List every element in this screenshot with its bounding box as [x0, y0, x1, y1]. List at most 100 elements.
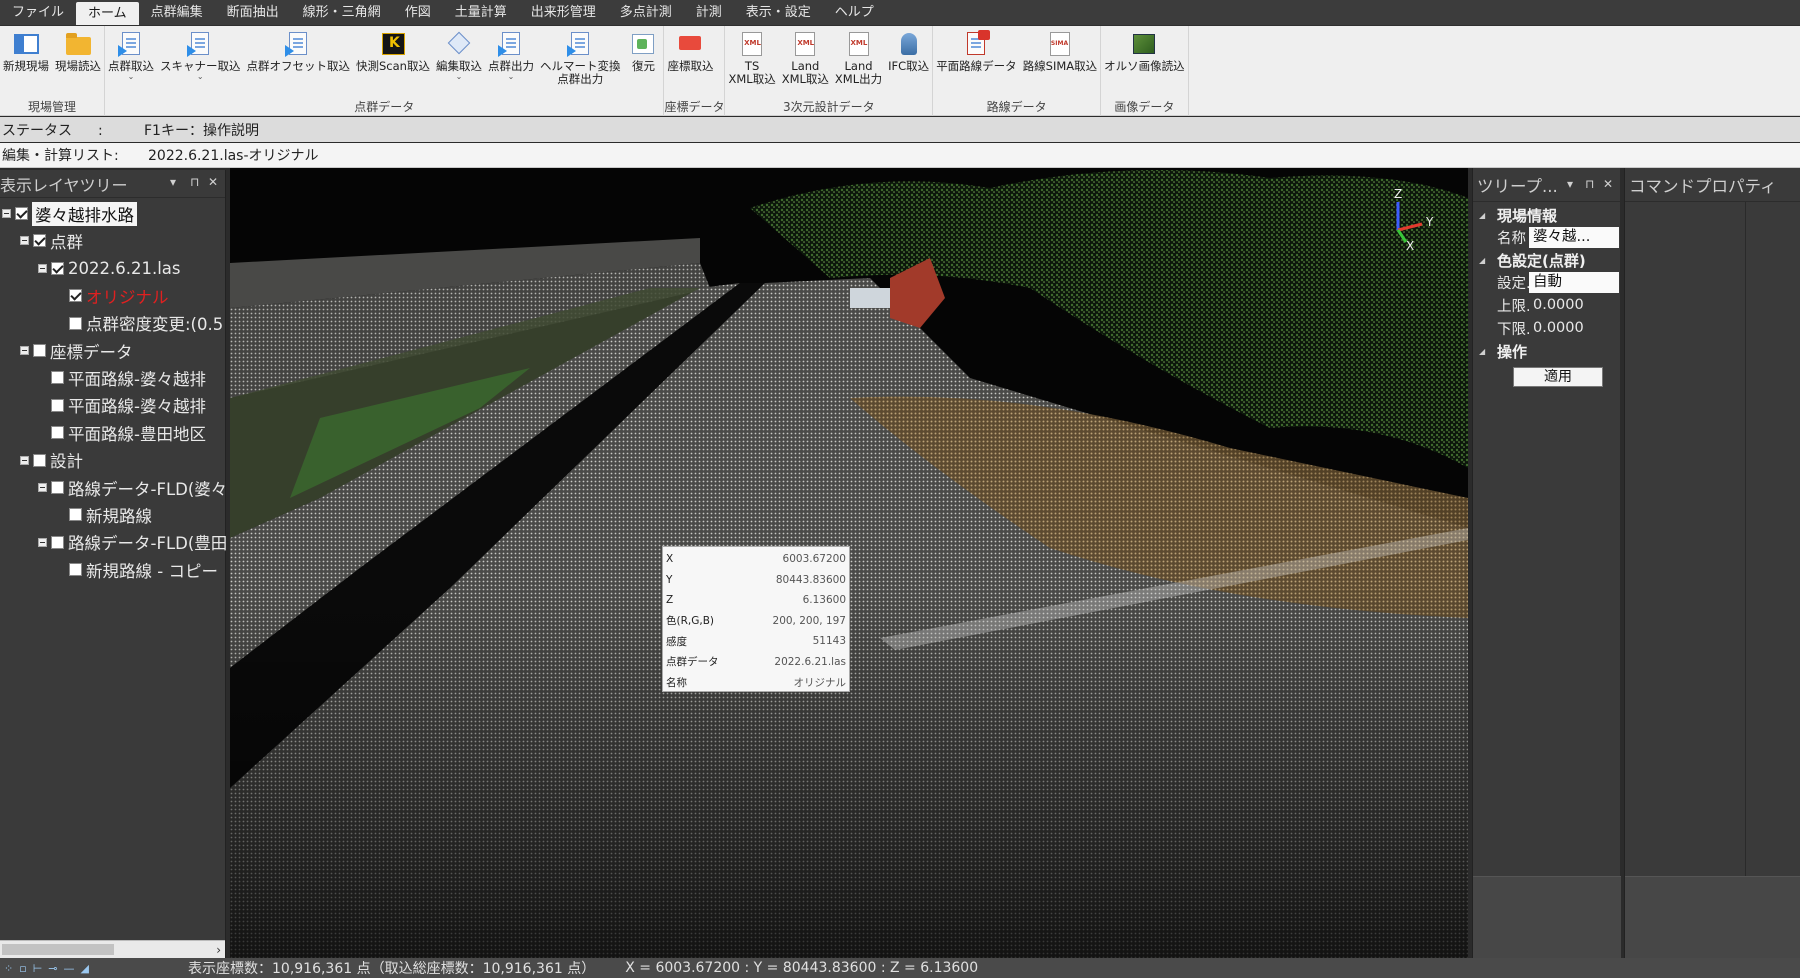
collapse-icon[interactable]	[20, 346, 29, 355]
collapse-icon[interactable]	[38, 263, 47, 273]
property-name-row[interactable]: 名称 婆々越...	[1479, 226, 1619, 249]
dropdown-icon[interactable]: ▾	[170, 175, 176, 189]
collapse-triangle-icon[interactable]: ◢	[1479, 256, 1489, 265]
tree-item[interactable]: オリジナル	[56, 282, 169, 309]
ribbon-button-plane-route[interactable]: 平面路線データ	[933, 30, 1020, 73]
chevron-down-icon[interactable]: ⌄	[128, 73, 135, 81]
ribbon-button-route-sima[interactable]: 路線SIMA取込	[1020, 30, 1100, 73]
ribbon-button-scanner-import[interactable]: スキャナー取込 ⌄	[157, 30, 244, 81]
visibility-checkbox[interactable]	[69, 289, 82, 303]
property-name-value[interactable]: 婆々越...	[1529, 227, 1619, 248]
tree-item[interactable]: 点群密度変更:(0.5	[56, 310, 223, 337]
visibility-checkbox[interactable]	[33, 234, 46, 248]
collapse-icon[interactable]	[38, 537, 47, 547]
collapse-icon[interactable]	[20, 455, 29, 465]
point-tool-icon[interactable]: ▫	[19, 962, 26, 975]
menu-item-0[interactable]: ファイル	[0, 0, 76, 25]
tree-item[interactable]: 路線データ-FLD(豊田	[38, 529, 226, 556]
polyline-tool-icon[interactable]: ⊸	[48, 962, 57, 975]
chevron-down-icon[interactable]: ⌄	[456, 73, 463, 81]
ribbon-button-coord-import[interactable]: 座標取込	[664, 30, 716, 73]
tree-item[interactable]: 座標データ	[20, 337, 133, 364]
ribbon-button-ts-xml[interactable]: TS XML取込	[725, 30, 778, 86]
tree-item[interactable]: 点群	[20, 227, 83, 254]
visibility-checkbox[interactable]	[51, 426, 64, 440]
dropdown-icon[interactable]: ▾	[1567, 177, 1573, 191]
chevron-down-icon[interactable]: ⌄	[197, 73, 204, 81]
tree-item[interactable]: 平面路線-豊田地区	[38, 419, 206, 446]
visibility-checkbox[interactable]	[69, 563, 82, 577]
ribbon-button-restore[interactable]: 復元	[623, 30, 663, 73]
line-tool-icon[interactable]: ⊢	[33, 962, 43, 975]
property-lower-row[interactable]: 下限...0.0000	[1479, 317, 1619, 340]
category-color-setting[interactable]: ◢ 色設定(点群)	[1479, 249, 1619, 271]
property-setting-row[interactable]: 設定...自動	[1479, 271, 1619, 294]
point-cloud-viewport[interactable]: Z Y X X 6003.67200 Y 80443.83600 Z 6.13600 色(R…	[230, 168, 1468, 958]
calc-list-value[interactable]: 2022.6.21.las-オリジナル	[146, 145, 319, 165]
select-tool-icon[interactable]: ⁘	[4, 962, 13, 975]
menu-item-10[interactable]: 表示・設定	[734, 0, 823, 25]
visibility-checkbox[interactable]	[51, 398, 64, 412]
tree-item[interactable]: 2022.6.21.las	[38, 255, 181, 282]
ribbon-button-ifc-import[interactable]: IFC取込	[885, 30, 932, 73]
collapse-triangle-icon[interactable]: ◢	[1479, 347, 1489, 356]
tree-item[interactable]: 平面路線-婆々越排	[38, 392, 206, 419]
visibility-checkbox[interactable]	[51, 371, 64, 385]
close-icon[interactable]: ✕	[208, 175, 218, 189]
ribbon-button-helmert-export[interactable]: ヘルマート変換 点群出力	[537, 30, 624, 86]
ribbon-button-pointcloud-export[interactable]: 点群出力 ⌄	[485, 30, 537, 81]
menu-item-9[interactable]: 計測	[684, 0, 734, 25]
menu-item-5[interactable]: 作図	[393, 0, 443, 25]
ribbon-button-offset-import[interactable]: 点群オフセット取込	[244, 30, 354, 73]
menu-item-6[interactable]: 土量計算	[443, 0, 519, 25]
menu-item-4[interactable]: 線形・三角網	[291, 0, 393, 25]
ribbon-button-landxml-export[interactable]: Land XML出力	[832, 30, 885, 86]
collapse-icon[interactable]	[38, 483, 47, 492]
menu-item-2[interactable]: 点群編集	[139, 0, 215, 25]
scrollbar-thumb[interactable]	[2, 944, 114, 955]
collapse-icon[interactable]	[2, 209, 11, 218]
collapse-icon[interactable]	[20, 236, 29, 246]
tree-item[interactable]: 新規路線	[56, 501, 152, 528]
visibility-checkbox[interactable]	[51, 535, 64, 549]
ribbon-button-new-site[interactable]: 新規現場	[0, 30, 52, 73]
visibility-checkbox[interactable]	[69, 316, 82, 330]
segment-tool-icon[interactable]: —	[64, 962, 75, 975]
apply-button[interactable]: 適用	[1513, 367, 1603, 387]
visibility-checkbox[interactable]	[33, 453, 46, 467]
visibility-checkbox[interactable]	[33, 344, 46, 357]
menu-item-8[interactable]: 多点計測	[608, 0, 684, 25]
ribbon-button-folder-open[interactable]: 現場読込	[52, 30, 104, 73]
scroll-right-icon[interactable]: ›	[216, 941, 221, 959]
category-operation[interactable]: ◢ 操作	[1479, 340, 1619, 362]
tree-item[interactable]: 路線データ-FLD(婆々	[38, 474, 226, 501]
collapse-triangle-icon[interactable]: ◢	[1479, 211, 1489, 220]
menu-item-7[interactable]: 出来形管理	[519, 0, 608, 25]
visibility-checkbox[interactable]	[15, 207, 28, 220]
menu-item-1[interactable]: ホーム	[76, 2, 139, 25]
menu-item-3[interactable]: 断面抽出	[215, 0, 291, 25]
ribbon-button-edit-import[interactable]: 編集取込 ⌄	[433, 30, 485, 81]
visibility-checkbox[interactable]	[51, 261, 64, 275]
category-site-info[interactable]: ◢ 現場情報	[1479, 204, 1619, 226]
close-icon[interactable]: ✕	[1603, 177, 1613, 191]
visibility-checkbox[interactable]	[51, 481, 64, 494]
pin-icon[interactable]: ⊓	[1585, 177, 1594, 191]
property-lower-value[interactable]: 0.0000	[1529, 318, 1619, 339]
ribbon-button-landxml-import[interactable]: Land XML取込	[779, 30, 832, 86]
tree-item[interactable]: 新規路線 - コピー	[56, 556, 218, 583]
pin-icon[interactable]: ⊓	[190, 175, 199, 189]
menu-item-11[interactable]: ヘルプ	[823, 0, 886, 25]
pen-tool-icon[interactable]: ◢	[81, 962, 89, 975]
ribbon-button-ortho-image[interactable]: オルソ画像読込	[1101, 30, 1188, 73]
ribbon-button-kaisoku-scan[interactable]: 快測Scan取込	[353, 30, 433, 73]
tree-item[interactable]: 平面路線-婆々越排	[38, 364, 206, 391]
property-setting-value[interactable]: 自動	[1529, 272, 1619, 293]
ribbon-button-pointcloud-import[interactable]: 点群取込 ⌄	[105, 30, 157, 81]
tree-item[interactable]: 婆々越排水路	[2, 200, 137, 227]
property-upper-value[interactable]: 0.0000	[1529, 295, 1619, 316]
property-upper-row[interactable]: 上限...0.0000	[1479, 294, 1619, 317]
chevron-down-icon[interactable]: ⌄	[508, 73, 515, 81]
horizontal-scrollbar[interactable]: ›	[0, 940, 225, 958]
tree-item[interactable]: 設計	[20, 447, 83, 474]
